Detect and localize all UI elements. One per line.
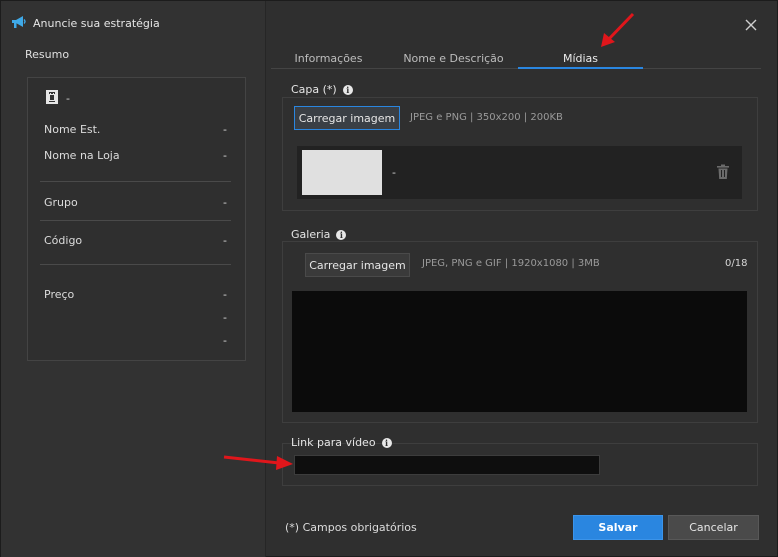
required-fields-note: (*) Campos obrigatórios [285,521,417,534]
row-value: - [223,288,227,301]
info-icon[interactable]: i [342,84,353,95]
summary-header: - [46,90,70,107]
window-title: Anuncie sua estratégia [33,17,160,30]
chess-piece-icon [46,90,58,107]
annotation-arrow-icon [601,12,635,47]
divider [40,181,231,182]
row-label: Nome na Loja [44,149,120,162]
close-button[interactable] [743,17,759,33]
cover-thumbnail [302,150,382,195]
video-label-text: Link para vídeo [291,436,376,449]
gallery-hint: JPEG, PNG e GIF | 1920x1080 | 3MB [422,258,600,269]
gallery-upload-button[interactable]: Carregar imagem [305,253,410,277]
divider [40,220,231,221]
cover-hint: JPEG e PNG | 350x200 | 200KB [410,112,563,123]
gallery-count: 0/18 [725,258,748,269]
summary-panel: Anuncie sua estratégia Resumo - Nome Est… [1,1,266,557]
summary-row: Preço - [44,288,227,301]
cancel-button[interactable]: Cancelar [668,515,759,540]
summary-row: Código - [44,234,227,247]
row-value: - [223,196,227,209]
title-bar: Anuncie sua estratégia [11,15,160,32]
summary-row: - [44,311,227,324]
row-value: - [223,149,227,162]
summary-row: - [44,334,227,347]
row-value: - [223,123,227,136]
save-button[interactable]: Salvar [573,515,663,540]
summary-row: Grupo - [44,196,227,209]
gallery-dropzone[interactable] [292,291,747,412]
row-label: Nome Est. [44,123,101,136]
cover-label: Capa (*) i [291,83,353,96]
tab-midias[interactable]: Mídias [518,52,643,65]
dialog-window: Anuncie sua estratégia Resumo - Nome Est… [0,0,778,557]
active-tab-indicator [518,67,643,69]
trash-icon[interactable] [716,164,730,180]
row-value: - [223,234,227,247]
row-label: Preço [44,288,75,301]
cover-file-name: - [392,166,396,179]
summary-row: Nome Est. - [44,123,227,136]
megaphone-icon [11,15,27,32]
tab-informacoes[interactable]: Informações [281,52,376,65]
row-label: Grupo [44,196,78,209]
gallery-label: Galeria i [291,228,347,241]
tab-nome-descricao[interactable]: Nome e Descrição [401,52,506,65]
row-value: - [223,311,227,324]
row-label: Código [44,234,83,247]
strategy-name-value: - [66,92,70,105]
info-icon[interactable]: i [336,229,347,240]
row-value: - [223,334,227,347]
video-link-input[interactable] [294,455,600,475]
video-label: Link para vídeo i [291,436,392,449]
info-icon[interactable]: i [381,437,392,448]
cover-label-text: Capa (*) [291,83,337,96]
gallery-label-text: Galeria [291,228,331,241]
tab-bar: Informações Nome e Descrição Mídias [271,49,761,69]
summary-heading: Resumo [25,48,70,61]
summary-box: - Nome Est. - Nome na Loja - Grupo - Cód… [27,77,246,361]
divider [40,264,231,265]
cover-file-row: - [297,146,742,199]
cover-upload-button[interactable]: Carregar imagem [294,106,400,130]
summary-row: Nome na Loja - [44,149,227,162]
close-icon [745,19,757,31]
